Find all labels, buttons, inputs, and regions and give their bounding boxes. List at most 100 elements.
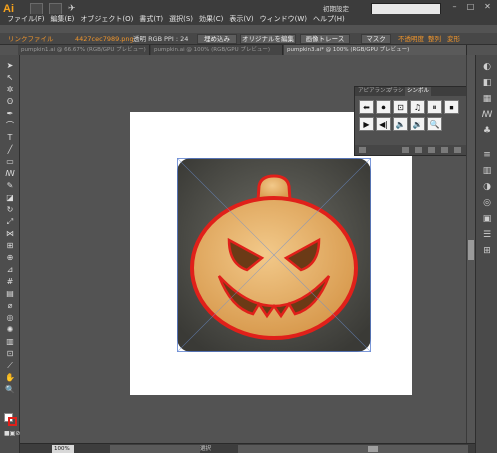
pencil-tool-icon[interactable]: ✎ [4,181,16,190]
tab-symbols[interactable]: シンボル [405,87,432,96]
hand-tool-icon[interactable]: ✋ [4,373,16,382]
layers-icon[interactable]: ☰ [481,229,493,241]
gradient-icon[interactable]: ▥ [481,165,493,177]
gradient-tool-icon[interactable]: ▤ [4,289,16,298]
shape-builder-tool-icon[interactable]: ⊕ [4,253,16,262]
paintbrush-tool-icon[interactable]: ꟿ [4,169,16,178]
symbol-stop[interactable]: ⏹ [444,100,459,114]
symbol-music[interactable]: ♫ [410,100,425,114]
slice-tool-icon[interactable]: ⟋ [4,361,16,370]
stroke-icon[interactable]: ≡ [481,149,493,161]
graphic-styles-icon[interactable]: ▣ [481,213,493,225]
appearance-icon[interactable]: ◎ [481,197,493,209]
filename-link[interactable]: 4427cec7989.png [75,33,134,45]
new-symbol-icon[interactable] [441,147,448,153]
menu-item-0[interactable]: ファイル(F) [7,15,45,24]
menu-item-6[interactable]: 表示(V) [229,15,253,24]
tab-pumpkin1[interactable]: pumpkin1.ai @ 66.67% (RGB/GPU プレビュー) [18,45,150,55]
menu-item-5[interactable]: 効果(C) [199,15,223,24]
menu-item-3[interactable]: 書式(T) [139,15,163,24]
horizontal-scroll-thumb[interactable] [368,446,378,452]
delete-symbol-icon[interactable] [454,147,461,153]
color-panel-icon[interactable]: ◐ [481,61,493,73]
free-transform-tool-icon[interactable]: ⊞ [4,241,16,250]
artboard-navigator[interactable] [110,445,200,453]
menu-item-1[interactable]: 編集(E) [51,15,75,24]
eraser-tool-icon[interactable]: ◪ [4,193,16,202]
symbol-play[interactable]: ▶ [359,117,374,131]
zoom-level-input[interactable]: 100% [52,445,74,453]
menu-item-2[interactable]: オブジェクト(O) [80,15,133,24]
direct-selection-tool-icon[interactable]: ↖ [4,73,16,82]
selection-tool-icon[interactable]: ➤ [4,61,16,70]
maximize-icon[interactable]: □ [464,2,477,12]
vertical-scroll-thumb[interactable] [468,240,474,260]
opacity-link[interactable]: 不透明度 [398,33,424,45]
linked-file-link[interactable]: リンクファイル [8,33,54,45]
pumpkin-body [190,196,358,340]
menu-item-4[interactable]: 選択(S) [169,15,193,24]
blend-tool-icon[interactable]: ◎ [4,313,16,322]
width-tool-icon[interactable]: ⋈ [4,229,16,238]
menu-items: ファイル(F) 編集(E) オブジェクト(O) 書式(T) 選択(S) 効果(C) 表示(V… [7,15,345,24]
brushes-icon[interactable]: ꟿ [481,109,493,121]
embed-button[interactable]: 埋め込み [197,34,237,44]
transparency-icon[interactable]: ◑ [481,181,493,193]
break-link-icon[interactable] [415,147,422,153]
mesh-tool-icon[interactable]: # [4,277,16,286]
place-symbol-icon[interactable] [402,147,409,153]
tab-brushes[interactable]: ブラシ [387,87,403,96]
symbol-back[interactable]: ⬅ [359,100,374,114]
eyedropper-tool-icon[interactable]: ⌀ [4,301,16,310]
symbols-icon[interactable]: ♣ [481,125,493,137]
symbol-record[interactable]: ⏺ [376,100,391,114]
pen-tool-icon[interactable]: ✒ [4,109,16,118]
line-tool-icon[interactable]: ╱ [4,145,16,154]
transform-link[interactable]: 変形 [447,33,460,45]
mask-button[interactable]: マスク [361,34,391,44]
curvature-tool-icon[interactable]: ⌒ [4,121,16,130]
rectangle-tool-icon[interactable]: ▭ [4,157,16,166]
perspective-grid-tool-icon[interactable]: ⊿ [4,265,16,274]
color-mode-icons[interactable]: ■▣⊘ [4,429,20,438]
vertical-scrollbar[interactable] [466,55,475,443]
symbol-volume-low[interactable]: 🔈 [393,117,408,131]
tab-pumpkin[interactable]: pumpkin.ai @ 100% (RGB/GPU プレビュー) [151,45,283,55]
tab-pumpkin3[interactable]: pumpkin3.ai* @ 100% (RGB/GPU プレビュー) [284,45,467,55]
zoom-tool-icon[interactable]: 🔍 [4,385,16,394]
artboard-tool-icon[interactable]: ⊡ [4,349,16,358]
symbol-sprayer-tool-icon[interactable]: ✺ [4,325,16,334]
symbol-volume-high[interactable]: 🔉 [410,117,425,131]
column-graph-tool-icon[interactable]: ▥ [4,337,16,346]
color-guide-icon[interactable]: ◧ [481,77,493,89]
close-icon[interactable]: ✕ [481,2,494,12]
type-tool-icon[interactable]: T [4,133,16,142]
menu-item-7[interactable]: ウィンドウ(W) [260,15,307,24]
status-mode[interactable]: 選択 [200,444,211,453]
lasso-tool-icon[interactable]: ʘ [4,97,16,106]
symbol-pause[interactable]: ⏸ [427,100,442,114]
horizontal-scrollbar[interactable] [238,445,468,453]
tools-panel: ➤ ↖ ✲ ʘ ✒ ⌒ T ╱ ▭ ꟿ ✎ ◪ ↻ ⤢ ⋈ ⊞ ⊕ ⊿ # ▤ … [0,55,20,453]
symbol-options-icon[interactable] [428,147,435,153]
align-link[interactable]: 整列 [428,33,441,45]
symbols-panel: アピアランス ブラシ シンボル ⬅ ⏺ ⊡ ♫ ⏸ ⏹ ▶ ◀| 🔈 🔉 🔍 [354,86,472,156]
symbol-search[interactable]: 🔍 [427,117,442,131]
menu-item-8[interactable]: ヘルプ(H) [313,15,345,24]
rotate-tool-icon[interactable]: ↻ [4,205,16,214]
magic-wand-tool-icon[interactable]: ✲ [4,85,16,94]
image-trace-button[interactable]: 画像トレース [300,34,350,44]
color-mode: 透明 RGB [133,35,163,43]
artboards-icon[interactable]: ⊞ [481,245,493,257]
ppi-value: PPI : 24 [164,35,189,43]
pumpkin-artwork[interactable] [177,158,371,352]
minimize-icon[interactable]: – [448,2,461,12]
stroke-swatch[interactable] [8,417,17,426]
library-menu-icon[interactable] [359,147,366,153]
edit-original-button[interactable]: オリジナルを編集 [240,34,296,44]
tab-appearance[interactable]: アピアランス [358,87,391,96]
symbol-rewind[interactable]: ◀| [376,117,391,131]
scale-tool-icon[interactable]: ⤢ [4,217,16,226]
symbol-frame[interactable]: ⊡ [393,100,408,114]
swatches-icon[interactable]: ▦ [481,93,493,105]
